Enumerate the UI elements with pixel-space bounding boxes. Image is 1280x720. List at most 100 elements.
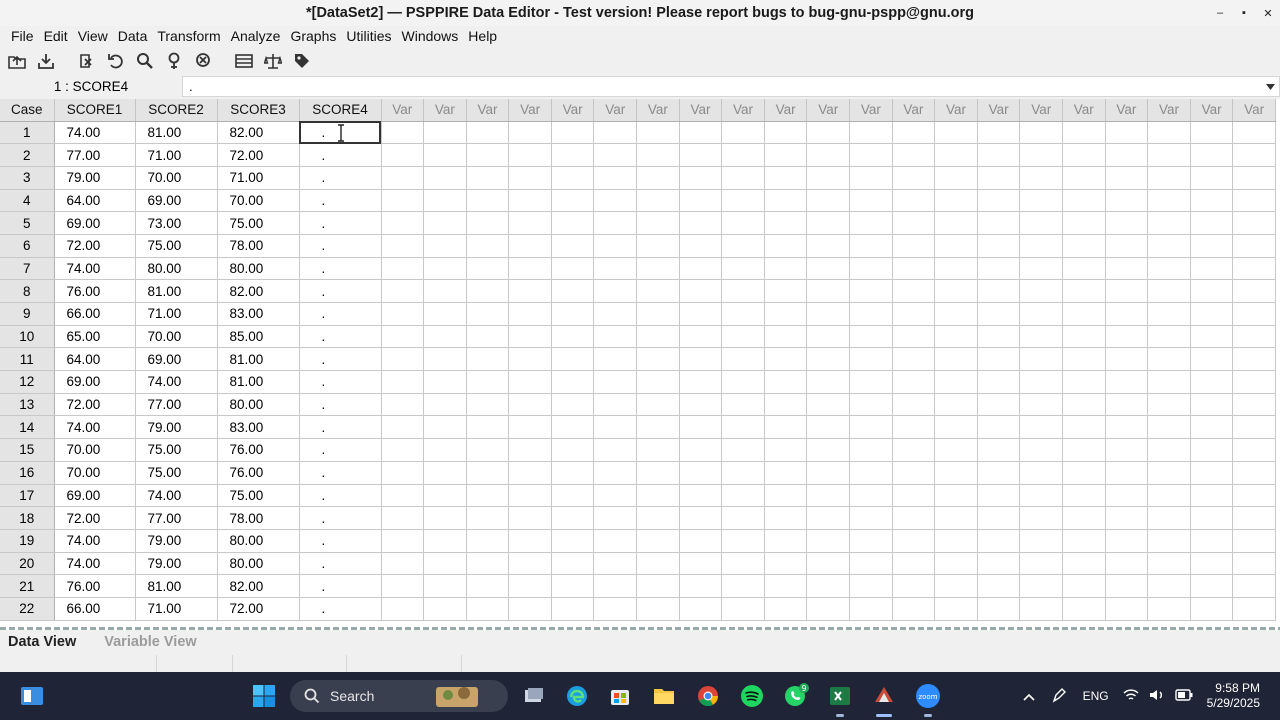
- empty-cell[interactable]: [679, 279, 723, 303]
- empty-cell[interactable]: [892, 529, 936, 553]
- data-cell[interactable]: .: [299, 529, 382, 553]
- empty-cell[interactable]: [1147, 506, 1191, 530]
- menu-transform[interactable]: Transform: [152, 28, 225, 44]
- empty-cell[interactable]: [679, 574, 723, 598]
- data-cell[interactable]: 72.00: [217, 143, 300, 167]
- empty-cell[interactable]: [1232, 257, 1276, 281]
- data-cell[interactable]: 70.00: [135, 325, 218, 349]
- data-cell[interactable]: .: [299, 438, 382, 462]
- empty-cell[interactable]: [1019, 121, 1063, 145]
- empty-cell[interactable]: [806, 393, 851, 417]
- empty-cell[interactable]: [679, 189, 723, 213]
- empty-cell[interactable]: [977, 325, 1021, 349]
- empty-cell[interactable]: [593, 484, 638, 508]
- data-cell[interactable]: 80.00: [217, 393, 300, 417]
- empty-var-column-header[interactable]: Var: [977, 99, 1021, 122]
- empty-var-column-header[interactable]: Var: [764, 99, 808, 122]
- empty-cell[interactable]: [849, 461, 893, 485]
- empty-cell[interactable]: [636, 438, 680, 462]
- empty-cell[interactable]: [977, 484, 1021, 508]
- empty-cell[interactable]: [721, 393, 765, 417]
- empty-cell[interactable]: [892, 552, 936, 576]
- empty-cell[interactable]: [1105, 211, 1149, 235]
- empty-cell[interactable]: [1062, 279, 1106, 303]
- empty-cell[interactable]: [764, 529, 808, 553]
- empty-cell[interactable]: [466, 257, 510, 281]
- empty-cell[interactable]: [1062, 211, 1106, 235]
- empty-cell[interactable]: [849, 257, 893, 281]
- empty-cell[interactable]: [1190, 370, 1234, 394]
- case-number[interactable]: 19: [0, 529, 55, 553]
- empty-cell[interactable]: [721, 415, 765, 440]
- chevron-down-icon[interactable]: [1261, 77, 1279, 96]
- data-cell[interactable]: 70.00: [135, 166, 218, 190]
- empty-cell[interactable]: [892, 211, 936, 235]
- open-icon[interactable]: [6, 50, 28, 72]
- empty-cell[interactable]: [1105, 552, 1149, 576]
- tab-data-view[interactable]: Data View: [8, 634, 76, 650]
- empty-cell[interactable]: [466, 211, 510, 235]
- battery-icon[interactable]: [1174, 688, 1193, 704]
- empty-cell[interactable]: [1232, 597, 1276, 621]
- empty-cell[interactable]: [892, 166, 936, 190]
- wifi-icon[interactable]: [1123, 688, 1139, 705]
- empty-cell[interactable]: [593, 143, 638, 167]
- empty-cell[interactable]: [636, 234, 680, 258]
- empty-cell[interactable]: [1232, 370, 1276, 394]
- empty-cell[interactable]: [508, 552, 552, 576]
- empty-cell[interactable]: [934, 506, 978, 530]
- data-cell[interactable]: .: [299, 325, 382, 349]
- data-cell[interactable]: .: [299, 143, 382, 167]
- empty-cell[interactable]: [551, 415, 595, 440]
- empty-cell[interactable]: [1147, 347, 1191, 372]
- data-cell[interactable]: 69.00: [135, 347, 218, 372]
- empty-cell[interactable]: [721, 484, 765, 508]
- empty-cell[interactable]: [679, 438, 723, 462]
- case-number[interactable]: 3: [0, 166, 55, 190]
- data-cell[interactable]: 74.00: [54, 552, 136, 576]
- empty-cell[interactable]: [934, 211, 978, 235]
- empty-cell[interactable]: [977, 302, 1021, 326]
- empty-cell[interactable]: [892, 279, 936, 303]
- empty-cell[interactable]: [679, 347, 723, 372]
- empty-var-column-header[interactable]: Var: [806, 99, 851, 122]
- data-cell[interactable]: .: [299, 484, 382, 508]
- empty-cell[interactable]: [1105, 370, 1149, 394]
- empty-cell[interactable]: [1105, 415, 1149, 440]
- empty-cell[interactable]: [1062, 302, 1106, 326]
- empty-cell[interactable]: [721, 506, 765, 530]
- empty-cell[interactable]: [593, 597, 638, 621]
- empty-cell[interactable]: [892, 393, 936, 417]
- empty-cell[interactable]: [1147, 484, 1191, 508]
- empty-cell[interactable]: [892, 574, 936, 598]
- empty-cell[interactable]: [466, 393, 510, 417]
- empty-cell[interactable]: [508, 415, 552, 440]
- empty-cell[interactable]: [849, 393, 893, 417]
- empty-cell[interactable]: [1105, 574, 1149, 598]
- empty-cell[interactable]: [551, 347, 595, 372]
- empty-cell[interactable]: [1019, 279, 1063, 303]
- empty-cell[interactable]: [1232, 415, 1276, 440]
- empty-cell[interactable]: [849, 279, 893, 303]
- data-cell[interactable]: .: [299, 393, 382, 417]
- data-cell[interactable]: 66.00: [54, 302, 136, 326]
- empty-cell[interactable]: [1019, 484, 1063, 508]
- case-number[interactable]: 17: [0, 484, 55, 508]
- empty-cell[interactable]: [1147, 189, 1191, 213]
- data-cell[interactable]: .: [299, 257, 382, 281]
- empty-cell[interactable]: [466, 234, 510, 258]
- empty-cell[interactable]: [593, 279, 638, 303]
- empty-cell[interactable]: [551, 393, 595, 417]
- empty-cell[interactable]: [679, 325, 723, 349]
- data-cell[interactable]: 75.00: [135, 461, 218, 485]
- chrome-icon[interactable]: [694, 682, 722, 710]
- menu-graphs[interactable]: Graphs: [285, 28, 341, 44]
- empty-cell[interactable]: [636, 393, 680, 417]
- empty-cell[interactable]: [551, 529, 595, 553]
- empty-cell[interactable]: [806, 438, 851, 462]
- empty-cell[interactable]: [1147, 143, 1191, 167]
- case-number[interactable]: 7: [0, 257, 55, 281]
- spotify-icon[interactable]: [738, 682, 766, 710]
- data-cell[interactable]: 75.00: [135, 438, 218, 462]
- case-number[interactable]: 21: [0, 574, 55, 598]
